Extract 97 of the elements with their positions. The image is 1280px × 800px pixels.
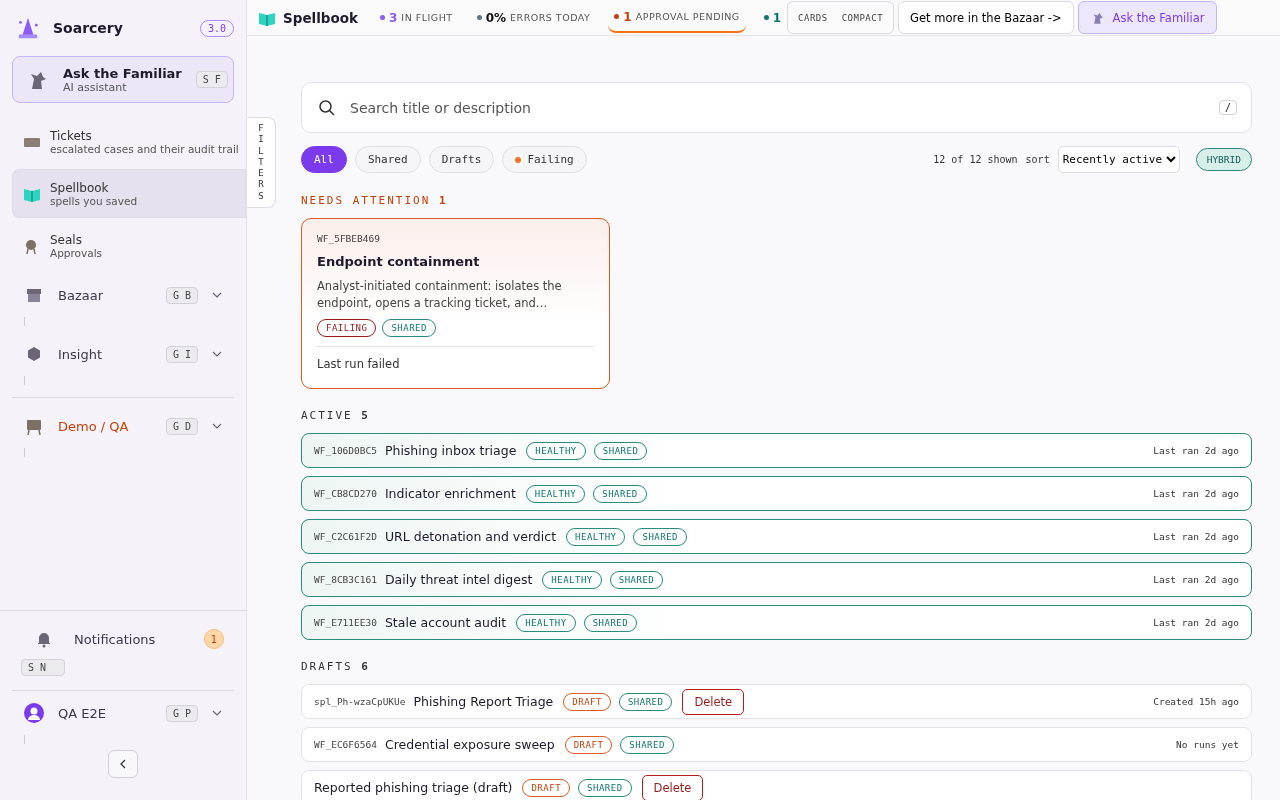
spell-row[interactable]: spl_Ph-wzaCpUKUe Phishing Report Triage DRAFT SHARED Delete Created 15h ago xyxy=(301,684,1252,720)
chevron-left-icon xyxy=(120,759,126,769)
spell-title: Daily threat intel digest xyxy=(384,572,533,588)
nav-description: Approvals xyxy=(50,246,103,259)
run-time: No runs yet xyxy=(1176,739,1239,751)
assistant-subtitle: AI assistant xyxy=(63,80,128,94)
spell-id: WF_E711EE30 xyxy=(314,617,377,629)
filter-chip[interactable]: Shared xyxy=(354,146,421,173)
notifications-item[interactable]: Notifications 1 xyxy=(12,629,234,649)
chevron-down-icon xyxy=(212,423,222,429)
nav-item[interactable]: Tickets escalated cases and their audit trail xyxy=(12,117,246,166)
filter-chip[interactable]: All xyxy=(301,146,347,173)
status-stat[interactable]: 1 xyxy=(757,3,788,32)
familiar-button[interactable]: Ask the Familiar xyxy=(1077,1,1218,34)
shortcut-key: S F xyxy=(195,71,228,88)
app-name: Soarcery xyxy=(53,20,124,36)
shortcut-key: / xyxy=(1218,100,1237,115)
spell-title: Reported phishing triage (draft) xyxy=(314,780,513,796)
stat-value: 3 xyxy=(389,10,398,25)
chevron-down-icon xyxy=(212,292,222,298)
status-stat[interactable]: 3 IN FLIGHT xyxy=(374,3,459,32)
view-option[interactable]: COMPACT xyxy=(839,12,886,23)
nav-group[interactable]: Demo / QA G D xyxy=(12,410,234,442)
nav-group[interactable]: Insight G I xyxy=(12,338,234,370)
spell-title: Credential exposure sweep xyxy=(384,737,555,753)
section-heading: DRAFTS 6 xyxy=(301,660,371,674)
result-count: 12 of 12 shown xyxy=(933,154,1018,165)
nav-label: Spellbook xyxy=(50,180,110,195)
nav-item[interactable]: Spellbook spells you saved xyxy=(12,169,246,218)
spell-id: spl_Ph-wzaCpUKUe xyxy=(314,696,406,708)
assistant-title: Ask the Familiar xyxy=(63,65,182,81)
spell-row[interactable]: WF_E711EE30 Stale account audit HEALTHY SHARED Last ran 2d ago xyxy=(301,605,1252,641)
run-time: Last ran 2d ago xyxy=(1153,531,1239,543)
spell-row[interactable]: WF_8CB3C161 Daily threat intel digest HEALTHY SHARED Last ran 2d ago xyxy=(301,562,1252,598)
spell-title: Indicator enrichment xyxy=(384,486,516,502)
search-field[interactable]: Search title or description / xyxy=(301,82,1252,133)
nav-label: Tickets xyxy=(50,128,93,143)
run-time: Last ran 2d ago xyxy=(1153,445,1239,457)
spell-row[interactable]: WF_106D0BC5 Phishing inbox triage HEALTHY SHARED Last ran 2d ago xyxy=(301,433,1252,469)
nav-description: spells you saved xyxy=(50,194,138,207)
spell-description: Analyst-initiated containment: isolates the endpoint, opens a tracking ticket, and… xyxy=(317,278,563,312)
view-option[interactable]: CARDS xyxy=(796,12,830,23)
filter-chip[interactable]: Drafts xyxy=(428,146,495,173)
run-time: Last ran 2d ago xyxy=(1153,617,1239,629)
status-stat[interactable]: 0% ERRORS TODAY xyxy=(470,3,597,32)
page-title: Spellbook xyxy=(283,9,358,26)
section-heading: NEEDS ATTENTION 1 xyxy=(301,194,449,207)
spell-row[interactable]: WF_CB8CD270 Indicator enrichment HEALTHY SHARED Last ran 2d ago xyxy=(301,476,1252,512)
shortcut-key: S N xyxy=(21,659,66,676)
filter-chip[interactable]: Failing xyxy=(502,146,587,173)
spell-id: WF_C2C61F2D xyxy=(314,531,377,543)
spell-title: Endpoint containment xyxy=(317,254,481,269)
stat-value: 0% xyxy=(485,10,507,25)
spell-id: WF_106D0BC5 xyxy=(314,445,377,457)
spell-row[interactable]: Reported phishing triage (draft) DRAFT SHARED Delete xyxy=(301,770,1252,800)
section-heading: ACTIVE 5 xyxy=(301,409,371,423)
stat-label: ERRORS TODAY xyxy=(510,12,591,23)
run-time: Last ran 2d ago xyxy=(1153,488,1239,500)
chevron-down-icon xyxy=(212,710,222,716)
spell-title: Phishing inbox triage xyxy=(384,443,517,459)
filters-tab[interactable]: FILTERS xyxy=(247,117,276,208)
run-time: Last ran 2d ago xyxy=(1153,574,1239,586)
sort-label: sort xyxy=(1025,154,1050,165)
spell-row[interactable]: WF_EC6F6564 Credential exposure sweep DRAFT SHARED No runs yet xyxy=(301,727,1252,763)
mode-badge: HYBRID xyxy=(1195,148,1252,171)
count-badge: 1 xyxy=(204,629,224,649)
spell-id: WF_5FBEB469 xyxy=(317,233,381,244)
spell-id: WF_8CB3C161 xyxy=(314,574,377,586)
search-icon xyxy=(318,98,336,117)
nav-label: Seals xyxy=(50,232,83,247)
assistant-button[interactable]: Ask the Familiar AI assistant S F xyxy=(12,56,234,103)
stat-value: 1 xyxy=(772,10,782,25)
spell-title: Stale account audit xyxy=(384,615,507,631)
spell-card[interactable]: WF_5FBEB469 Endpoint containment Analyst-initiated containment: isolates the endpoint, opens a tracking ticket, and… FAILING SHARED Last run failed xyxy=(301,218,610,390)
nav-group[interactable]: Bazaar G B xyxy=(12,279,234,311)
spell-id: WF_CB8CD270 xyxy=(314,488,377,500)
spell-title: Phishing Report Triage xyxy=(413,694,554,710)
stat-label: APPROVAL PENDING xyxy=(635,11,740,22)
stat-value: 1 xyxy=(623,9,632,24)
spell-row[interactable]: WF_C2C61F2D URL detonation and verdict HEALTHY SHARED Last ran 2d ago xyxy=(301,519,1252,555)
run-time: Created 15h ago xyxy=(1153,696,1239,708)
avatar-icon xyxy=(24,703,44,723)
run-status: Last run failed xyxy=(317,357,401,372)
chevron-down-icon xyxy=(212,351,222,357)
collapse-button[interactable] xyxy=(108,750,138,778)
nav-description: escalated cases and their audit trail xyxy=(50,142,239,155)
user-menu[interactable]: QA E2E G P xyxy=(12,697,234,729)
search-input[interactable]: Search title or description xyxy=(348,98,1207,117)
nav-item[interactable]: Seals Approvals xyxy=(12,221,246,270)
spell-id: WF_EC6F6564 xyxy=(314,739,377,751)
status-stat[interactable]: 1 APPROVAL PENDING xyxy=(608,2,746,33)
bazaar-button[interactable]: Get more in the Bazaar -> xyxy=(898,1,1074,34)
stat-label: IN FLIGHT xyxy=(401,12,453,23)
sort-select[interactable]: Recently active xyxy=(1057,146,1180,173)
delete-button[interactable]: Delete xyxy=(682,688,745,715)
delete-button[interactable]: Delete xyxy=(641,774,704,800)
spell-title: URL detonation and verdict xyxy=(384,529,557,545)
